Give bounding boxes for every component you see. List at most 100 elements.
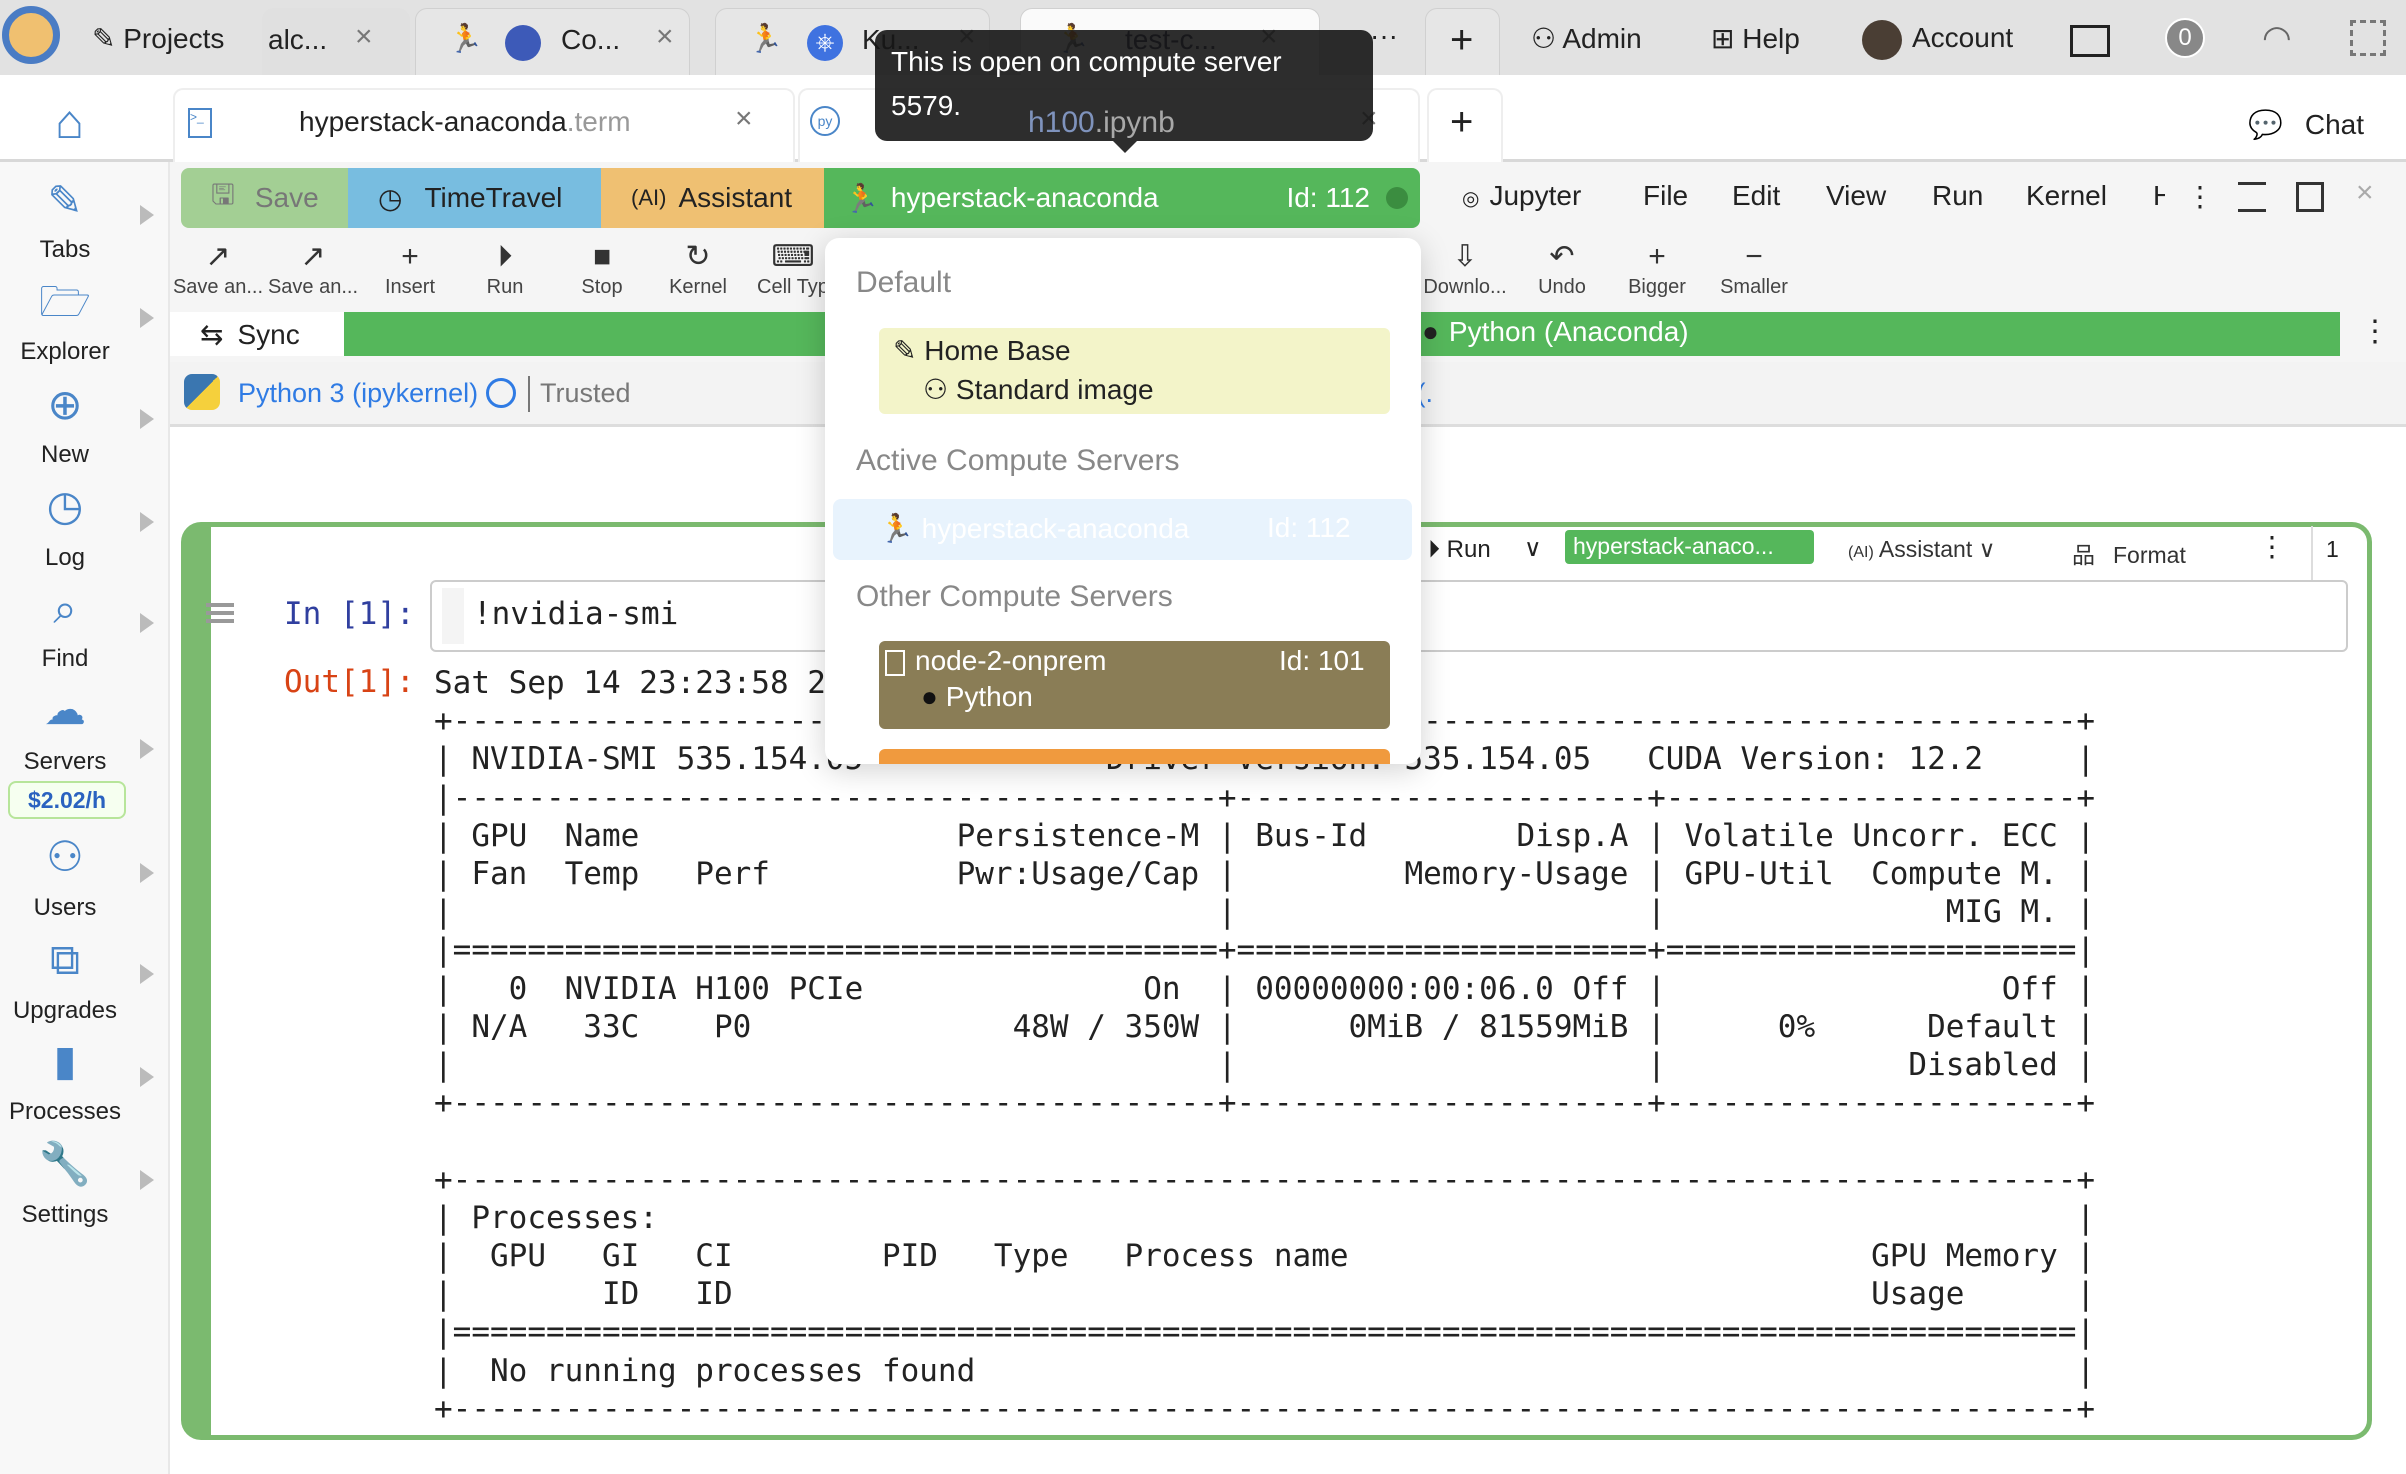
toolbar-button-bigger[interactable]: + Bigger [1609, 238, 1705, 299]
compute-server-button[interactable]: 🏃 hyperstack-anaconda Id: 112 [824, 168, 1420, 228]
running-icon: 🏃 [844, 182, 879, 214]
environment-more-icon[interactable]: ⋮ [2360, 314, 2390, 349]
fullscreen-icon[interactable] [2350, 20, 2386, 56]
expand-arrow-icon[interactable] [140, 1170, 154, 1190]
close-icon[interactable]: × [735, 102, 753, 136]
expand-arrow-icon[interactable] [140, 205, 154, 225]
sync-button[interactable]: ⇆ Sync [170, 312, 344, 356]
cell-count: 1 [2326, 536, 2339, 562]
edit-menu[interactable]: Edit [1732, 180, 1780, 212]
close-frame-icon[interactable]: × [2356, 176, 2374, 210]
toolbar-button-downlo-[interactable]: ⇩ Downlo... [1417, 238, 1513, 299]
home-icon[interactable]: ⌂ [55, 95, 84, 150]
sidebar-item-label: Tabs [39, 236, 91, 263]
split-horizontal-icon[interactable] [2238, 182, 2266, 212]
jupyter-menu[interactable]: ◎ Jupyter [1462, 180, 1581, 212]
sidebar-item-label: Users [33, 894, 97, 921]
users-icon: ⚇ [46, 833, 84, 880]
toolbar-button-label: Insert [384, 276, 436, 298]
close-icon[interactable]: × [656, 20, 674, 54]
project-tab-label: alc... [268, 24, 328, 55]
sidebar-item-label: Log [44, 544, 86, 571]
toolbar-button-stop[interactable]: ■ Stop [554, 238, 650, 299]
expand-arrow-icon[interactable] [140, 739, 154, 759]
assistant-button[interactable]: (AI) Assistant [601, 168, 824, 228]
admin-button[interactable]: ⚇ Admin [1531, 22, 1642, 55]
pencil-icon: ✎ [92, 23, 124, 54]
account-button[interactable]: Account [1912, 22, 2013, 54]
add-tab-button[interactable]: + [1450, 18, 1473, 63]
jupyter-icon: ◎ [1462, 188, 1480, 210]
toolbar-button-label: Downlo... [1423, 276, 1507, 298]
toolbar-button-insert[interactable]: + Insert [362, 238, 458, 299]
history-icon: ◷ [46, 482, 84, 529]
home-base-option[interactable]: ✎ Home Base ⚇ Standard image [879, 328, 1390, 414]
format-icon: 品 [2072, 542, 2095, 568]
cell-run-button[interactable]: ⏵ Run [1428, 536, 1491, 564]
kernel-menu[interactable]: Kernel [2026, 180, 2107, 212]
file-tab-label: h100.ipynb [1028, 106, 1175, 139]
file-menu[interactable]: File [1643, 180, 1688, 212]
help-menu[interactable]: H [2153, 180, 2165, 212]
mail-icon[interactable] [2070, 25, 2110, 57]
zoom-in-icon: + [1648, 240, 1666, 273]
other-header: Other Compute Servers [856, 580, 1173, 613]
notification-badge[interactable]: 0 [2165, 18, 2205, 58]
timetravel-button[interactable]: ◷ TimeTravel [348, 168, 601, 228]
split-vertical-icon[interactable] [2296, 182, 2324, 212]
code-text[interactable]: !nvidia-smi [473, 596, 678, 632]
more-tabs-button[interactable]: ··· [1370, 20, 1398, 52]
kernel-name[interactable]: Python 3 (ipykernel) [238, 378, 478, 409]
close-circle-icon[interactable] [1386, 187, 1408, 209]
chip-icon: ▮ [53, 1037, 77, 1084]
export-icon: ↗ [205, 240, 231, 273]
cocalc-logo[interactable] [2, 6, 60, 64]
expand-arrow-icon[interactable] [140, 863, 154, 883]
active-server-option[interactable]: 🏃 hyperstack-anaconda Id: 112 [833, 499, 1412, 560]
expand-arrow-icon[interactable] [140, 409, 154, 429]
chat-button[interactable]: 💬 Chat [2248, 108, 2364, 141]
run-menu[interactable]: Run [1932, 180, 1983, 212]
cost-badge[interactable]: $2.02/h [8, 781, 126, 819]
cell-assistant-button[interactable]: (AI) Assistant ∨ [1848, 536, 1995, 563]
projects-button[interactable]: ✎ Projects [92, 22, 224, 55]
download-icon: ⇩ [1452, 240, 1478, 273]
expand-arrow-icon[interactable] [140, 613, 154, 633]
cell-format-button[interactable]: 品 Format [2072, 536, 2186, 570]
toolbar-button-undo[interactable]: ↶ Undo [1514, 238, 1610, 299]
next-server-option[interactable] [879, 749, 1390, 764]
cell-server-pill[interactable]: hyperstack-anaco... [1565, 530, 1814, 564]
pencil-icon: ✎ [893, 335, 925, 366]
view-menu[interactable]: View [1826, 180, 1886, 212]
undo-icon: ↶ [1549, 240, 1575, 273]
chevron-down-icon[interactable]: ∨ [1524, 534, 1542, 563]
expand-arrow-icon[interactable] [140, 1067, 154, 1087]
cell-more-icon[interactable]: ⋮ [2258, 530, 2286, 563]
expand-arrow-icon[interactable] [140, 512, 154, 532]
toolbar-button-save-an-[interactable]: ↗ Save an... [265, 238, 361, 299]
toolbar-button-save-an-[interactable]: ↗ Save an... [170, 238, 266, 299]
restart-icon: ↻ [685, 240, 711, 273]
toolbar-button-kernel[interactable]: ↻ Kernel [650, 238, 746, 299]
trusted-label[interactable]: Trusted [540, 378, 631, 409]
toolbar-button-run[interactable]: ⏵ Run [457, 238, 553, 299]
toolbar-button-smaller[interactable]: − Smaller [1706, 238, 1802, 299]
more-menu-icon[interactable]: ⋮ [2186, 180, 2214, 213]
cell-drag-handle-icon[interactable] [206, 603, 234, 623]
add-file-tab-button[interactable]: + [1450, 100, 1473, 145]
file-tab-label: hyperstack-anaconda.term [299, 106, 631, 137]
running-icon: 🏃 [448, 23, 483, 54]
other-server-option[interactable]: node-2-onprem Id: 101 ● Python [879, 641, 1390, 729]
user-icon: ⚇ [923, 374, 956, 405]
help-button[interactable]: ⊞ Help [1711, 22, 1800, 55]
sidebar-item-label: Find [41, 645, 89, 672]
save-button[interactable]: 🖫 Save [181, 168, 348, 228]
close-icon[interactable]: × [355, 20, 373, 54]
pencil-icon: ✎ [47, 177, 83, 224]
expand-arrow-icon[interactable] [140, 308, 154, 328]
default-header: Default [856, 266, 952, 299]
toolbar-button-label: Smaller [1720, 276, 1788, 298]
expand-arrow-icon[interactable] [140, 964, 154, 984]
terminal-icon: >_ [188, 108, 212, 138]
input-prompt: In [1]: [284, 596, 415, 632]
